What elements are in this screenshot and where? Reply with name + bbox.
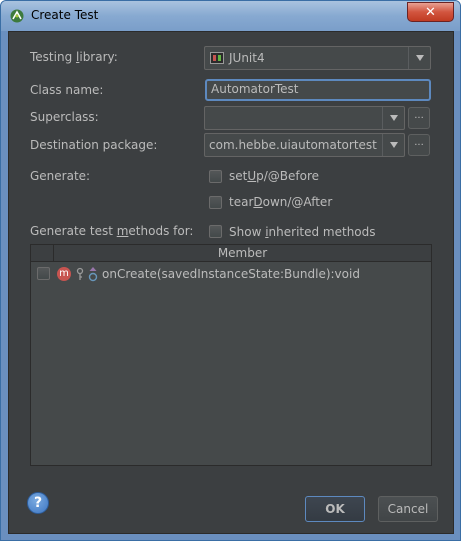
teardown-checkbox[interactable] xyxy=(209,196,222,209)
superclass-dropdown[interactable] xyxy=(382,107,404,129)
member-signature: onCreate(savedInstanceState:Bundle):void xyxy=(102,267,360,281)
close-icon: ✕ xyxy=(425,4,436,20)
destination-package-combo[interactable]: com.hebbe.uiautomatortest xyxy=(204,133,405,157)
show-inherited-checkbox[interactable] xyxy=(209,225,222,238)
chevron-down-icon xyxy=(390,115,398,121)
generate-label: Generate: xyxy=(30,169,91,183)
cancel-button[interactable]: Cancel xyxy=(378,496,438,522)
table-header: Member xyxy=(31,245,431,262)
testing-library-dropdown[interactable] xyxy=(408,47,430,69)
destination-package-browse-button[interactable]: ... xyxy=(408,134,430,156)
testing-library-value: JUnit4 xyxy=(229,51,265,65)
ok-button[interactable]: OK xyxy=(305,496,365,522)
android-studio-icon xyxy=(10,9,24,23)
members-table[interactable]: Member m onCreate(savedInstanceState:Bun… xyxy=(30,244,432,466)
setup-checkbox[interactable] xyxy=(209,170,222,183)
testing-library-label: Testing library: xyxy=(30,50,118,64)
destination-package-dropdown[interactable] xyxy=(382,134,404,156)
chevron-down-icon xyxy=(416,55,424,61)
title-bar[interactable]: Create Test ✕ xyxy=(1,1,460,31)
destination-package-value: com.hebbe.uiautomatortest xyxy=(209,138,377,152)
class-name-label: Class name: xyxy=(30,83,104,97)
create-test-dialog: Create Test ✕ Testing library: JUnit4 Cl… xyxy=(0,0,461,541)
help-button[interactable]: ? xyxy=(27,492,49,514)
junit-icon xyxy=(210,52,224,64)
superclass-browse-button[interactable]: ... xyxy=(408,107,430,129)
table-row[interactable]: m onCreate(savedInstanceState:Bundle):vo… xyxy=(31,263,431,285)
row-checkbox[interactable] xyxy=(37,267,50,280)
teardown-checkbox-label[interactable]: tearDown/@After xyxy=(229,195,332,209)
setup-checkbox-label[interactable]: setUp/@Before xyxy=(229,169,319,183)
member-column-header[interactable]: Member xyxy=(54,246,431,260)
window-title: Create Test xyxy=(31,8,99,22)
show-inherited-label[interactable]: Show inherited methods xyxy=(229,225,376,239)
testing-library-combo[interactable]: JUnit4 xyxy=(204,46,431,70)
destination-package-label: Destination package: xyxy=(30,138,158,152)
methods-label: Generate test methods for: xyxy=(30,224,194,238)
dialog-content: Testing library: JUnit4 Class name: Auto… xyxy=(8,31,454,534)
override-icon xyxy=(88,267,98,282)
method-icon: m xyxy=(57,267,71,281)
key-icon xyxy=(76,267,84,280)
superclass-combo[interactable] xyxy=(204,106,405,130)
chevron-down-icon xyxy=(390,142,398,148)
close-button[interactable]: ✕ xyxy=(407,2,454,22)
superclass-label: Superclass: xyxy=(30,110,99,124)
class-name-input[interactable]: AutomatorTest xyxy=(205,79,431,101)
